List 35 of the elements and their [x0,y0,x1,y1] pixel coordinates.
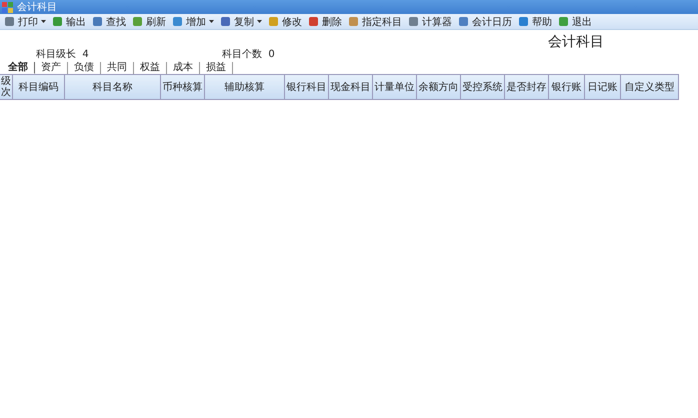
toolbar-button[interactable]: 增加 [171,14,215,28]
toolbar-button[interactable]: 复制 [219,14,263,28]
window-title: 会计科目 [17,0,57,14]
toolbar-button[interactable]: 输出 [51,14,87,28]
column-header: 科目编码 [13,75,65,99]
column-header: 日记账 [585,75,621,99]
column-header: 级次 [0,75,13,99]
column-header: 币种核算 [161,75,205,99]
toolbar-button[interactable]: 打印 [3,14,47,28]
toolbar-button[interactable]: 帮助 [517,14,553,28]
column-header: 受控系统 [461,75,505,99]
caret-icon [41,20,46,23]
column-header: 科目名称 [65,75,161,99]
toolbar-button[interactable]: 会计日历 [457,14,513,28]
toolbar-button[interactable]: 刷新 [131,14,167,28]
column-header: 余额方向 [417,75,461,99]
toolbar-button[interactable]: 计算器 [407,14,453,28]
toolbar-button[interactable]: 删除 [307,14,343,28]
toolbar-button[interactable]: 查找 [91,14,127,28]
caret-icon [209,20,214,23]
column-header: 自定义类型 [621,75,679,99]
column-header: 是否封存 [505,75,549,99]
column-header: 辅助核算 [205,75,285,99]
toolbar-button[interactable]: 修改 [267,14,303,28]
toolbar-button[interactable]: 退出 [557,14,593,28]
caret-icon [257,20,262,23]
column-header: 银行账 [549,75,585,99]
column-header: 现金科目 [329,75,373,99]
info-text: 科目级长 4 [36,48,89,61]
toolbar-button[interactable]: 指定科目 [347,14,403,28]
info-text: 科目个数 0 [222,48,275,61]
page-heading: 会计科目 [548,33,604,51]
column-header: 银行科目 [285,75,329,99]
column-header: 计量单位 [373,75,417,99]
grid-icon [2,2,13,12]
